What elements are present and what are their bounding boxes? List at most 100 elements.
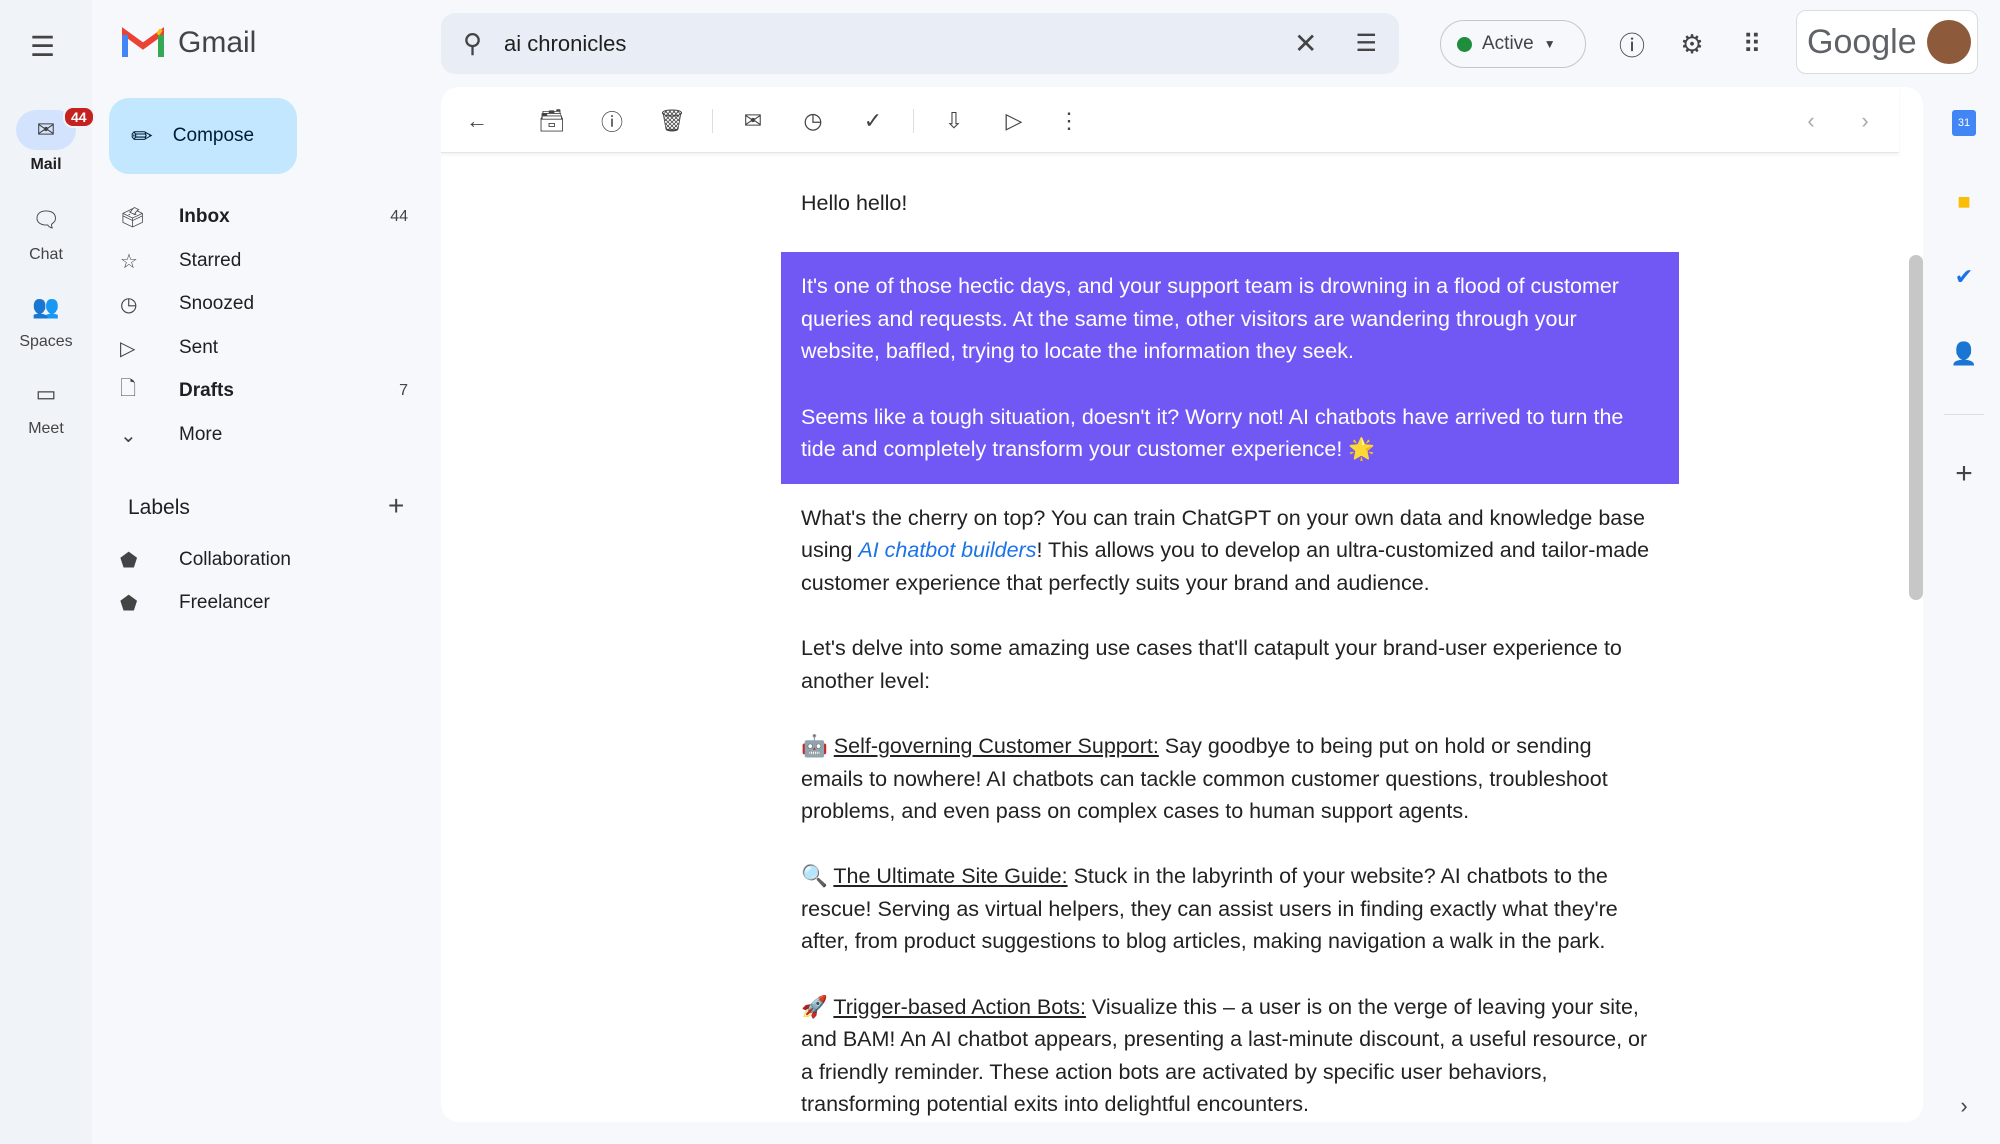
apps-grid-icon[interactable]: ⠿ [1734,26,1770,62]
use-case: 🚀 Trigger-based Action Bots: Visualize t… [781,991,1679,1121]
nav-label: Snoozed [179,293,420,315]
nav-label: Collaboration [179,549,420,571]
move-to-icon[interactable]: ⇩ [938,105,970,137]
clock-icon: ◷ [120,292,150,317]
sidebar-item-starred[interactable]: ☆ Starred [120,241,420,281]
rail-spaces[interactable]: 👥 Spaces [0,287,92,351]
rail-mail[interactable]: ✉44 Mail [0,110,92,174]
tasks-icon[interactable]: ✔ [1950,263,1978,291]
add-task-icon[interactable]: ✓ [857,105,889,137]
labels-heading: Labels [128,496,190,520]
draft-icon: 🗋 [120,374,150,408]
use-case-title: Trigger-based Action Bots: [833,995,1086,1019]
settings-gear-icon[interactable]: ⚙ [1674,26,1710,62]
use-case: 🤖 Self-governing Customer Support: Say g… [781,730,1679,828]
caret-down-icon: ▼ [1544,37,1556,51]
keep-icon[interactable]: ■ [1950,188,1978,216]
sidebar-item-sent[interactable]: ▷ Sent [120,328,420,368]
meet-icon: ▭ [16,374,76,414]
nav-label: More [179,424,420,446]
highlight-box: It's one of those hectic days, and your … [781,252,1679,484]
label-collaboration[interactable]: ⬟ Collaboration [120,540,420,580]
email-view: ← 🗃 ⓘ 🗑 ✉ ◷ ✓ ⇩ ▷ ⋮ ‹ › Hello hello! It'… [441,87,1923,1122]
rail-label: Meet [28,420,64,437]
chat-icon: 🗨 [16,200,76,240]
magnifier-icon: 🔍 [801,864,828,888]
mark-unread-icon[interactable]: ✉ [737,105,769,137]
avatar [1927,20,1971,64]
nav-label: Starred [179,250,420,272]
add-label-icon[interactable]: + [388,490,404,522]
clear-search-icon[interactable]: ✕ [1294,27,1317,60]
star-icon: ☆ [120,249,150,274]
scrollbar-thumb[interactable] [1909,255,1923,600]
sidebar-item-more[interactable]: ⌄ More [120,415,420,455]
label-icon: ⬟ [120,591,150,616]
gmail-logo[interactable]: Gmail [122,26,256,60]
label-tag-icon[interactable]: ▷ [998,105,1030,137]
nav-label: Inbox [179,206,390,228]
rail-label: Spaces [19,333,72,350]
label-freelancer[interactable]: ⬟ Freelancer [120,583,420,623]
contacts-icon[interactable]: 👤 [1950,340,1978,368]
use-case-title: The Ultimate Site Guide: [833,864,1067,888]
email-body: Hello hello! It's one of those hectic da… [781,187,1679,1122]
search-bar: ⚲ ✕ ☰ [441,13,1399,74]
google-logo-text: Google [1807,23,1917,62]
more-vert-icon[interactable]: ⋮ [1053,105,1085,137]
nav-label: Sent [179,337,420,359]
compose-button[interactable]: ✏ Compose [109,98,297,174]
pencil-icon: ✏ [131,121,153,152]
report-spam-icon[interactable]: ⓘ [596,105,628,137]
rail-label: Chat [29,246,63,263]
inbox-icon: 🗳 [120,205,150,230]
app-rail: ☰ ✉44 Mail 🗨 Chat 👥 Spaces ▭ Meet [0,0,92,1144]
older-chevron-right-icon[interactable]: › [1849,105,1881,137]
sidebar-item-inbox[interactable]: 🗳 Inbox44 [120,197,420,237]
nav-label: Freelancer [179,592,420,614]
paragraph: What's the cherry on top? You can train … [781,502,1679,600]
rail-label: Mail [30,156,61,173]
compose-label: Compose [173,125,254,147]
main-menu-icon[interactable]: ☰ [30,30,58,63]
greeting: Hello hello! [781,187,1679,220]
sidebar-item-snoozed[interactable]: ◷ Snoozed [120,284,420,324]
mail-badge: 44 [63,106,95,128]
app-name: Gmail [178,26,256,60]
rail-meet[interactable]: ▭ Meet [0,374,92,438]
sidebar-item-drafts[interactable]: 🗋 Drafts7 [120,371,420,411]
search-options-icon[interactable]: ☰ [1355,29,1377,58]
gmail-m-icon [122,27,164,59]
use-case: 🔍 The Ultimate Site Guide: Stuck in the … [781,860,1679,958]
rocket-icon: 🚀 [801,995,828,1019]
newer-chevron-left-icon[interactable]: ‹ [1795,105,1827,137]
chevron-down-icon: ⌄ [120,423,150,448]
send-icon: ▷ [120,336,150,361]
nav-count: 7 [399,382,408,400]
hide-side-panel-chevron-icon[interactable]: › [1950,1092,1978,1120]
email-toolbar: ← 🗃 ⓘ 🗑 ✉ ◷ ✓ ⇩ ▷ ⋮ ‹ › [441,87,1899,153]
status-dot [1457,37,1472,52]
help-icon[interactable]: ⓘ [1614,26,1650,62]
label-icon: ⬟ [120,548,150,573]
search-input[interactable] [504,31,1294,57]
back-arrow-icon[interactable]: ← [461,105,493,137]
nav-label: Drafts [179,380,399,402]
search-icon[interactable]: ⚲ [463,28,482,59]
account-button[interactable]: Google [1796,10,1978,74]
snooze-clock-icon[interactable]: ◷ [797,105,829,137]
highlight-paragraph: Seems like a tough situation, doesn't it… [801,401,1659,466]
get-addons-plus-icon[interactable]: + [1950,460,1978,488]
rail-chat[interactable]: 🗨 Chat [0,200,92,264]
calendar-icon[interactable]: 31 [1952,110,1976,136]
nav-count: 44 [390,208,408,226]
divider [1944,414,1984,415]
highlight-paragraph: It's one of those hectic days, and your … [801,270,1659,368]
mail-icon: ✉44 [16,110,76,150]
archive-icon[interactable]: 🗃 [536,105,568,137]
delete-trash-icon[interactable]: 🗑 [656,105,688,137]
spaces-icon: 👥 [16,287,76,327]
ai-chatbot-builders-link[interactable]: AI chatbot builders [858,538,1036,562]
status-dropdown[interactable]: Active▼ [1440,20,1586,68]
use-case-title: Self-governing Customer Support: [834,734,1159,758]
